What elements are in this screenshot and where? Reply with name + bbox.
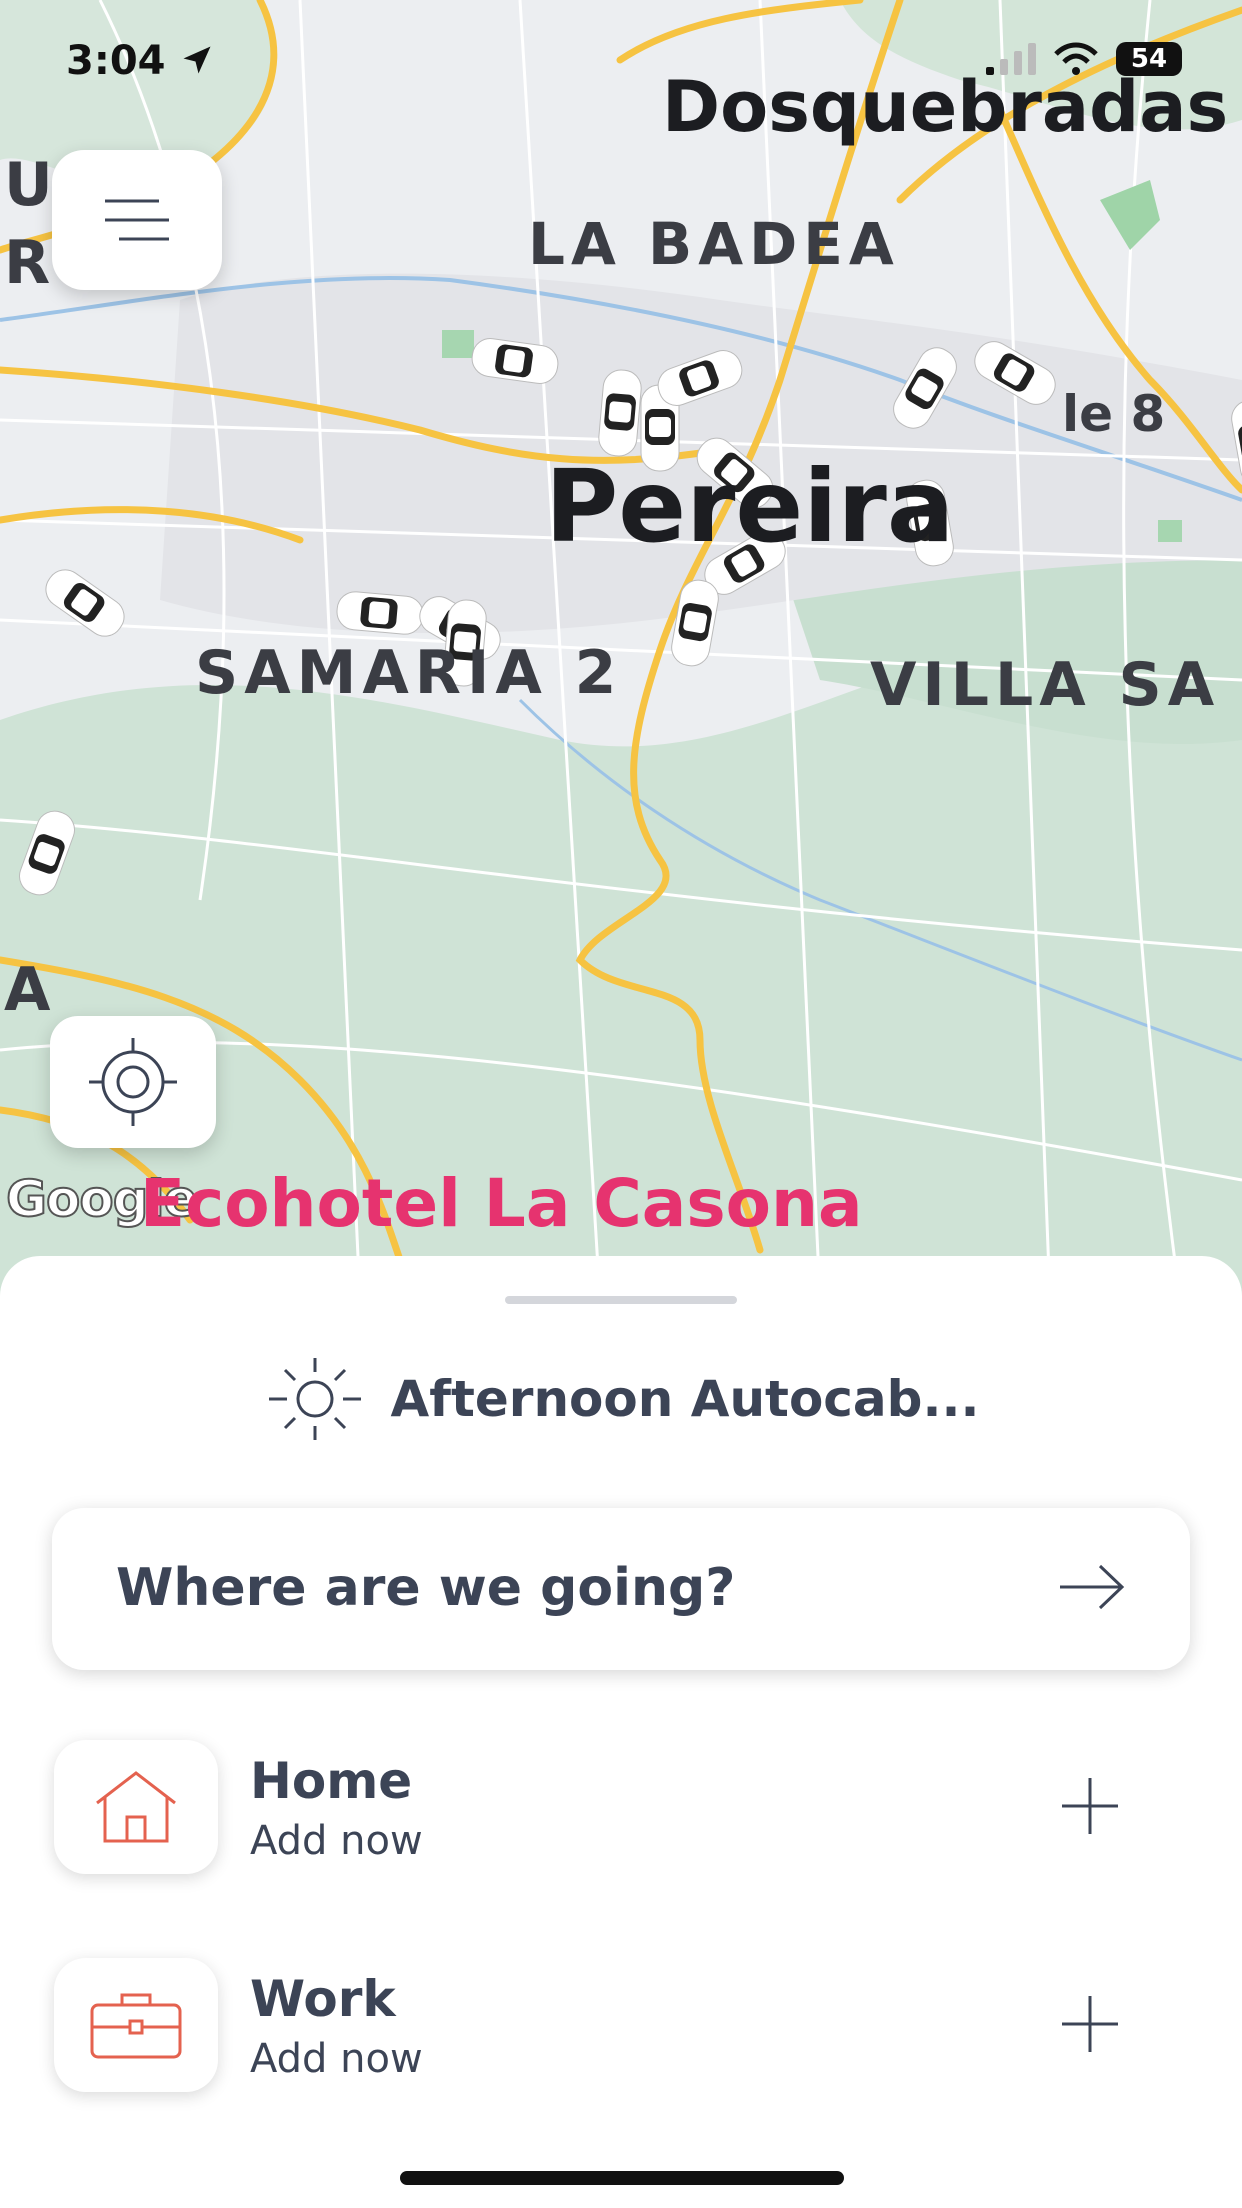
work-icon-box [54,1958,218,2092]
map-label-edge-r: R [4,228,57,298]
sun-icon [268,1358,361,1440]
map-label-samaria: SAMARIA 2 [195,638,623,708]
saved-place-home[interactable]: Home Add now [0,1740,1242,1890]
plus-icon[interactable] [1058,1774,1122,1838]
map-label-villa: VILLA SA [870,650,1221,720]
status-time: 3:04 [66,38,215,84]
status-time-text: 3:04 [66,38,166,84]
destination-search[interactable]: Where are we going? [52,1508,1190,1670]
car-icon [336,591,424,635]
status-indicators: 54 [984,42,1182,76]
bottom-sheet: Afternoon Autocab... Where are we going?… [0,1256,1242,2208]
map-label-street: le 8 [1062,385,1166,443]
map-label-la-badea: LA BADEA [528,210,900,278]
battery-icon: 54 [1116,42,1182,76]
crosshair-icon [89,1038,177,1126]
map-label-edge-a: A [4,955,57,1025]
home-icon-box [54,1740,218,1874]
sheet-handle[interactable] [505,1296,737,1304]
home-indicator [400,2171,844,2185]
greeting-text: Afternoon Autocab... [390,1370,980,1428]
signal-icon [986,43,1036,75]
wifi-icon [1054,42,1098,75]
place-subtitle: Add now [250,1818,423,1864]
map-poi-label[interactable]: Ecohotel La Casona [140,1165,863,1242]
place-subtitle: Add now [250,2036,423,2082]
locate-me-button[interactable] [50,1016,216,1148]
location-arrow-icon [183,46,211,74]
map-label-pereira: Pereira [545,448,955,565]
place-title: Home [250,1752,413,1810]
briefcase-icon [90,1993,182,2059]
greeting: Afternoon Autocab... [0,1356,1242,1442]
plus-icon[interactable] [1058,1992,1122,2056]
menu-button[interactable] [52,150,222,290]
saved-place-work[interactable]: Work Add now [0,1958,1242,2108]
arrow-right-icon [1060,1564,1125,1610]
search-placeholder: Where are we going? [116,1558,736,1618]
status-bar: 3:04 54 [0,36,1242,96]
menu-icon [105,199,169,241]
place-title: Work [250,1970,396,2028]
map-label-edge-u: U [4,150,59,220]
home-icon [96,1771,176,1843]
